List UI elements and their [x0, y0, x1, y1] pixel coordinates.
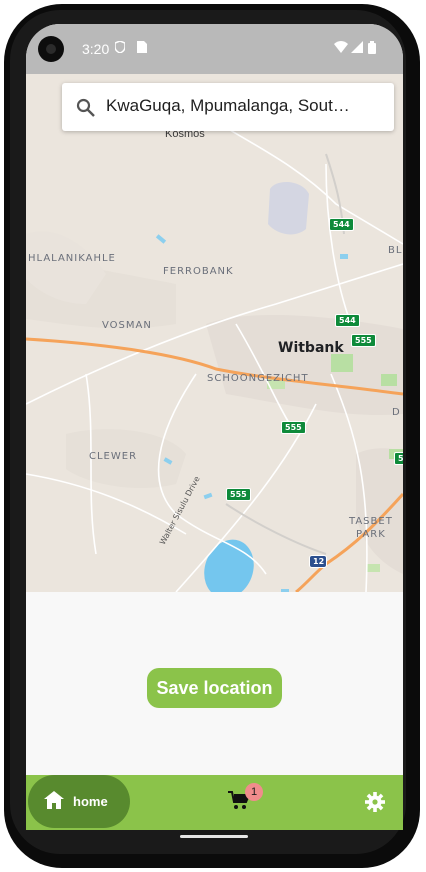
sim-icon: [137, 41, 147, 53]
home-icon: [44, 791, 64, 809]
nav-item-home[interactable]: home: [28, 775, 130, 828]
map-label-witbank: Witbank: [278, 340, 344, 356]
map-label-clewer: CLEWER: [89, 451, 138, 462]
cart-count-badge: 1: [245, 783, 263, 801]
wifi-icon: [334, 41, 348, 53]
route-shield-5: 5: [394, 452, 403, 465]
map-label-hlalanikahle: HLALANIKAHLE: [28, 253, 116, 264]
map-label-ferrobank: FERROBANK: [163, 266, 234, 277]
map-label-schoongezicht: SCHOONGEZICHT: [207, 373, 309, 384]
route-shield-555: 555: [226, 488, 251, 501]
app-screen: 3:20 Kosmos HLALANIKAHLE FERROBANK VOSMA…: [26, 24, 403, 830]
status-bar: 3:20: [26, 24, 403, 74]
map-view[interactable]: Kosmos HLALANIKAHLE FERROBANK VOSMAN Wit…: [26, 74, 403, 592]
search-icon: [76, 98, 95, 117]
nav-home-label: home: [73, 794, 108, 809]
map-label-vosman: VOSMAN: [102, 320, 152, 331]
route-shield-555: 555: [281, 421, 306, 434]
search-bar[interactable]: KwaGuqa, Mpumalanga, Sout…: [62, 83, 394, 131]
map-label-bl: BL: [388, 245, 403, 256]
status-time: 3:20: [82, 41, 110, 57]
gesture-home-bar[interactable]: [180, 835, 248, 838]
signal-icon: [351, 41, 363, 53]
camera-cutout: [38, 36, 64, 62]
map-canvas: [26, 74, 403, 592]
gear-icon[interactable]: [365, 792, 385, 812]
route-shield-544: 544: [335, 314, 360, 327]
route-shield-n12: 12: [309, 555, 327, 568]
route-shield-555: 555: [351, 334, 376, 347]
map-label-d: D: [392, 407, 401, 418]
battery-icon: [368, 41, 376, 54]
shield-status-icon: [115, 41, 125, 53]
bottom-navigation-bar: home 1: [26, 775, 403, 830]
map-label-tasbet-park: TASBET PARK: [349, 516, 393, 540]
save-location-button[interactable]: Save location: [147, 668, 282, 708]
search-input[interactable]: KwaGuqa, Mpumalanga, Sout…: [106, 96, 350, 116]
route-shield-544: 544: [329, 218, 354, 231]
